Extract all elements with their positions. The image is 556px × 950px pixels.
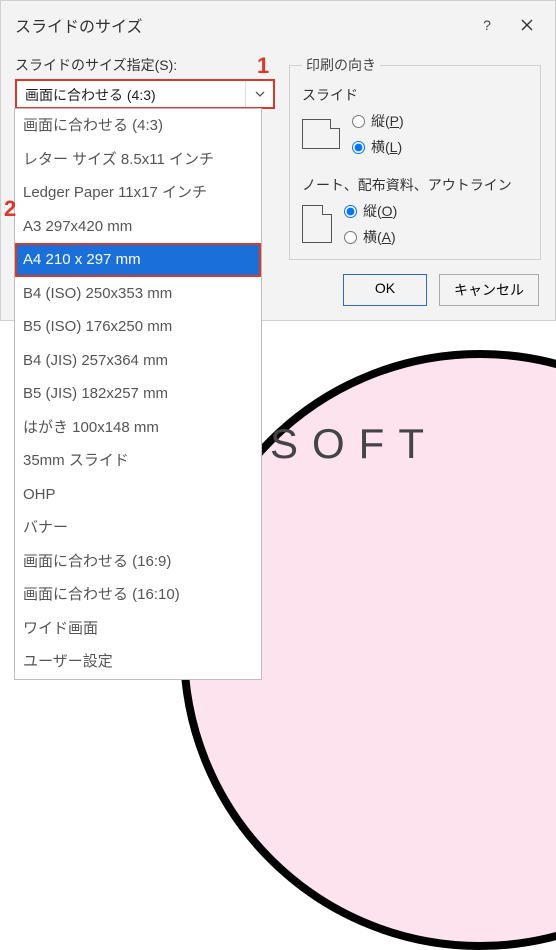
orientation-group: 印刷の向き スライド 縦(P) 横(L) <box>289 55 541 260</box>
close-button[interactable] <box>507 11 547 39</box>
size-dropdown-list[interactable]: 画面に合わせる (4:3)レター サイズ 8.5x11 インチLedger Pa… <box>14 108 262 680</box>
dropdown-option[interactable]: レター サイズ 8.5x11 インチ <box>15 143 261 177</box>
dropdown-option[interactable]: はがき 100x148 mm <box>15 411 261 445</box>
slides-landscape-radio[interactable]: 横(L) <box>352 137 404 157</box>
dialog-title: スライドのサイズ <box>15 13 467 37</box>
combobox-dropdown-button[interactable] <box>245 81 273 107</box>
cancel-button[interactable]: キャンセル <box>439 274 539 306</box>
notes-landscape-radio[interactable]: 横(A) <box>344 227 397 247</box>
radio-input[interactable] <box>344 205 357 218</box>
radio-input[interactable] <box>352 141 365 154</box>
dropdown-option[interactable]: ワイド画面 <box>15 612 261 646</box>
dropdown-option[interactable]: 画面に合わせる (16:10) <box>15 578 261 612</box>
radio-label: 横(A) <box>363 227 396 247</box>
background-soft-text: SOFT <box>270 420 438 468</box>
dropdown-option[interactable]: 画面に合わせる (4:3) <box>15 109 261 143</box>
dropdown-option[interactable]: A3 297x420 mm <box>15 210 261 244</box>
orientation-legend: 印刷の向き <box>302 55 380 75</box>
annotation-marker-2: 2 <box>4 196 16 222</box>
dropdown-option[interactable]: B5 (JIS) 182x257 mm <box>15 377 261 411</box>
dropdown-option[interactable]: B4 (JIS) 257x364 mm <box>15 344 261 378</box>
combobox-value: 画面に合わせる (4:3) <box>17 81 245 107</box>
dropdown-option[interactable]: A4 210 x 297 mm <box>15 243 261 277</box>
dropdown-option[interactable]: ユーザー設定 <box>15 645 261 679</box>
dropdown-option[interactable]: バナー <box>15 511 261 545</box>
titlebar: スライドのサイズ ? <box>1 1 555 49</box>
radio-label: 縦(P) <box>371 111 404 131</box>
close-icon <box>520 18 534 32</box>
notes-orient-label: ノート、配布資料、アウトライン <box>302 175 528 195</box>
dropdown-option[interactable]: OHP <box>15 478 261 512</box>
dropdown-option[interactable]: 画面に合わせる (16:9) <box>15 545 261 579</box>
help-button[interactable]: ? <box>467 11 507 39</box>
ok-button[interactable]: OK <box>343 274 427 306</box>
slide-size-label: スライドのサイズ指定(S): <box>15 55 275 75</box>
page-landscape-icon <box>302 119 340 149</box>
radio-label: 横(L) <box>371 137 402 157</box>
radio-input[interactable] <box>344 231 357 244</box>
annotation-marker-1: 1 <box>257 53 269 79</box>
help-icon: ? <box>483 17 491 33</box>
dropdown-option[interactable]: B5 (ISO) 176x250 mm <box>15 310 261 344</box>
dropdown-option[interactable]: B4 (ISO) 250x353 mm <box>15 277 261 311</box>
dropdown-option[interactable]: 35mm スライド <box>15 444 261 478</box>
page-portrait-icon <box>302 205 332 243</box>
slide-size-combobox[interactable]: 画面に合わせる (4:3) <box>15 79 275 109</box>
slides-orient-label: スライド <box>302 85 528 105</box>
radio-input[interactable] <box>352 115 365 128</box>
notes-portrait-radio[interactable]: 縦(O) <box>344 201 397 221</box>
chevron-down-icon <box>255 89 265 99</box>
dropdown-option[interactable]: Ledger Paper 11x17 インチ <box>15 176 261 210</box>
slides-portrait-radio[interactable]: 縦(P) <box>352 111 404 131</box>
radio-label: 縦(O) <box>363 201 397 221</box>
